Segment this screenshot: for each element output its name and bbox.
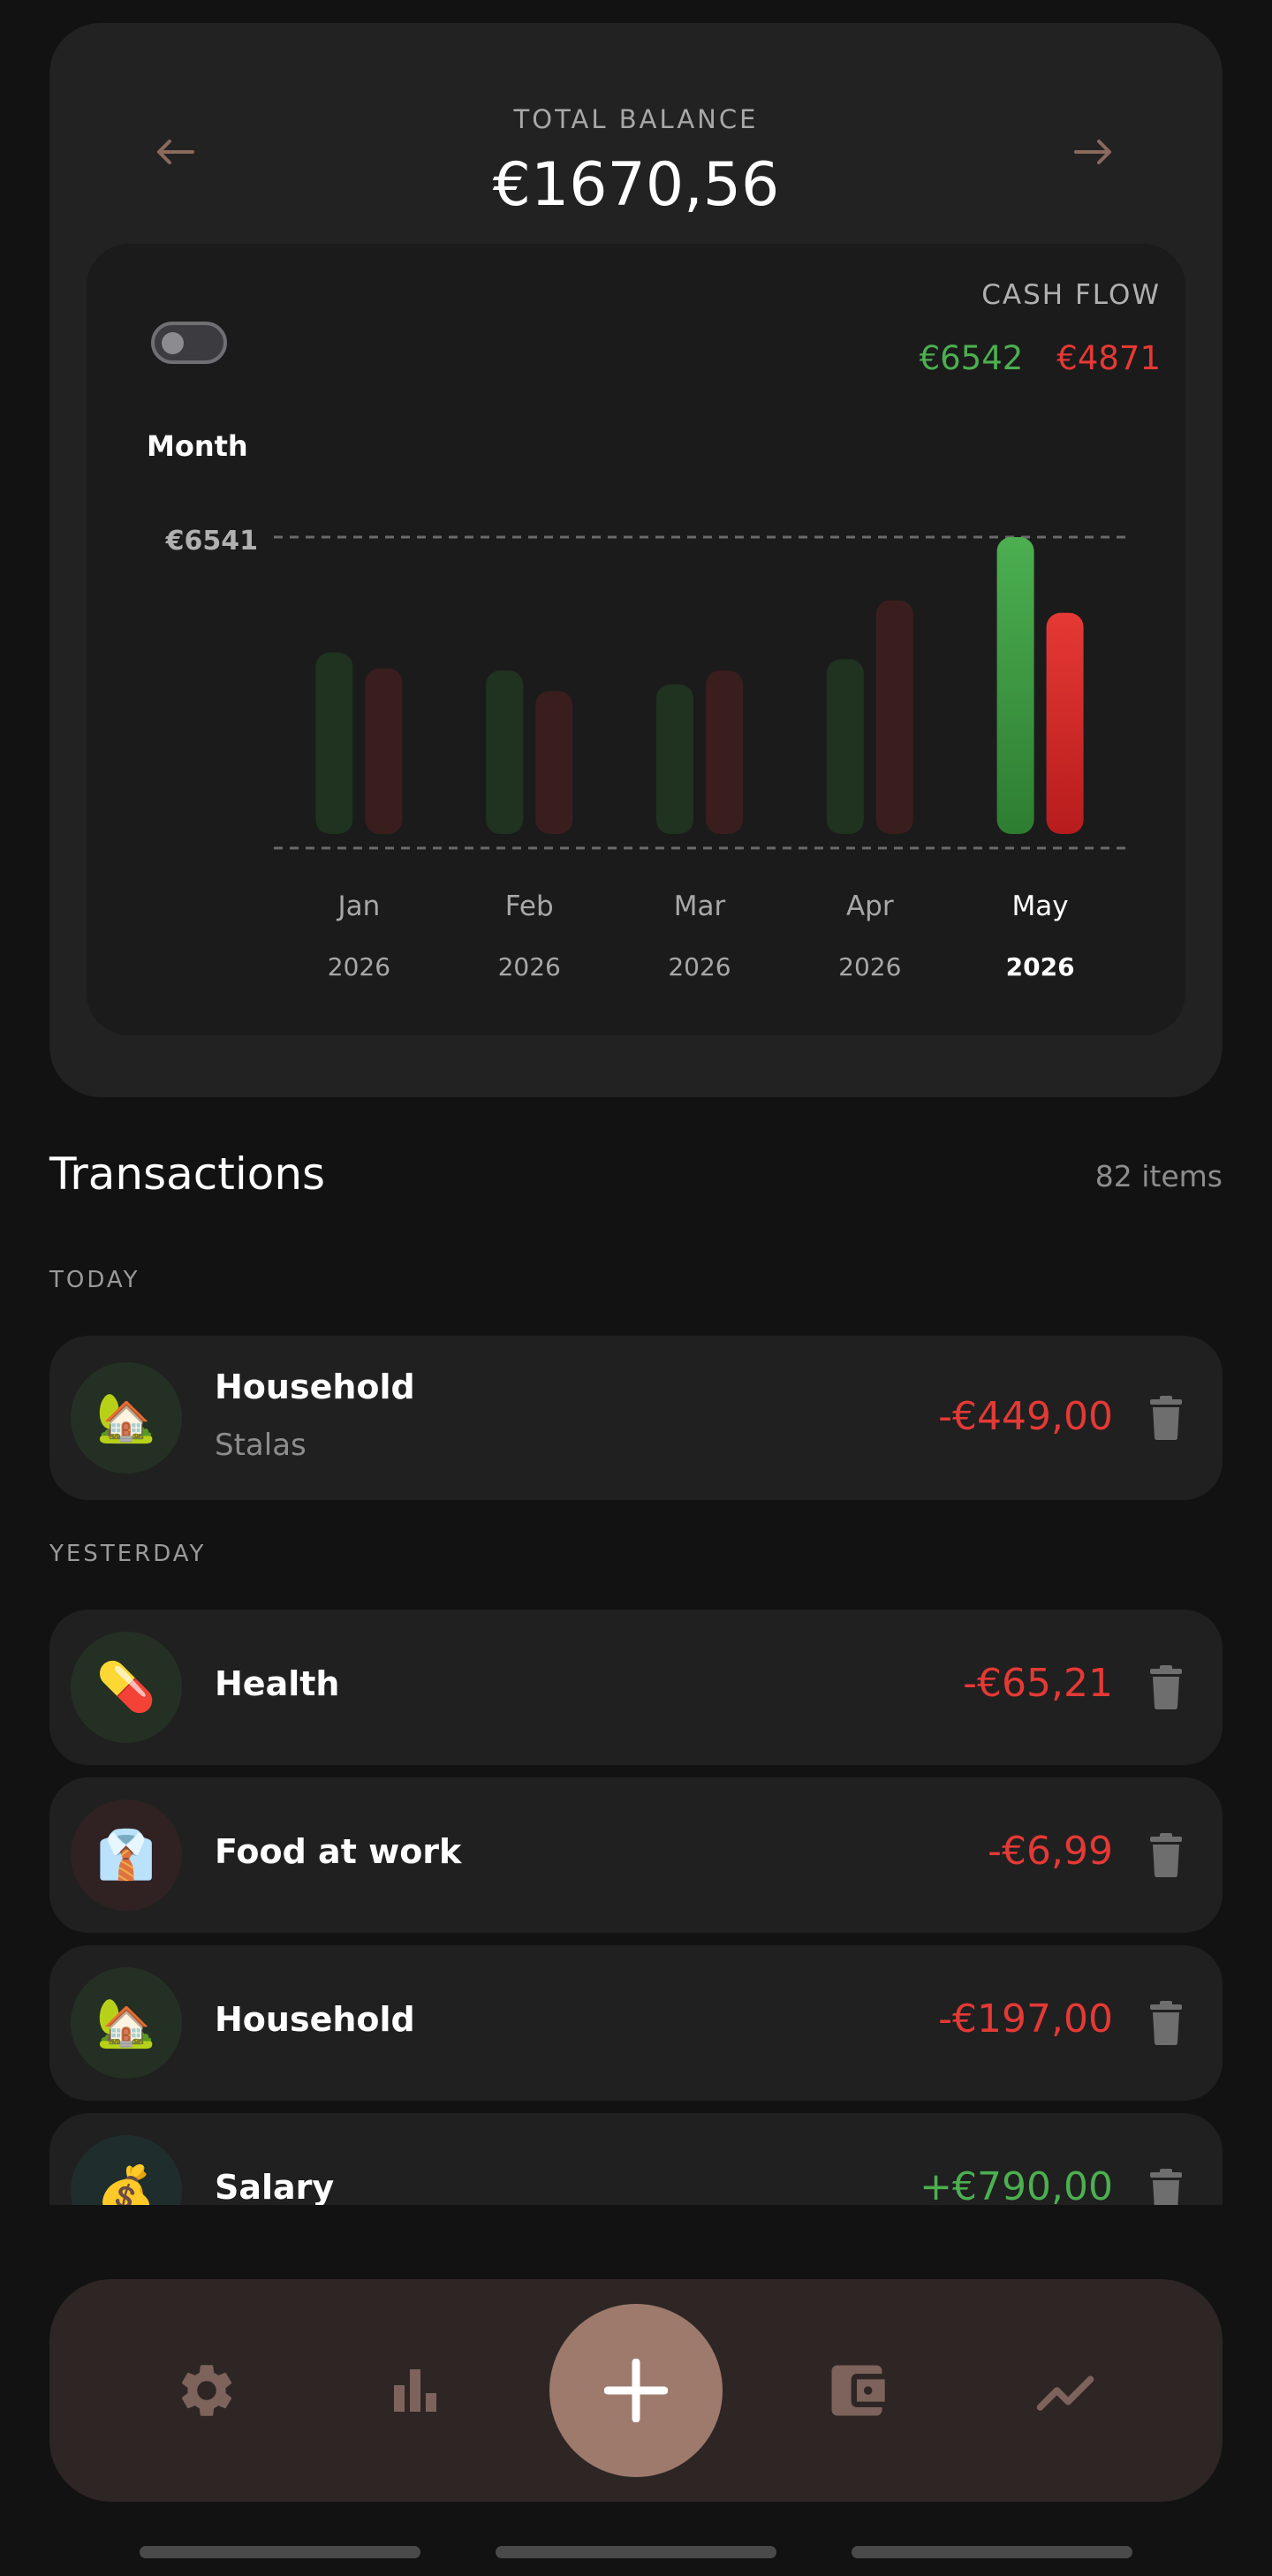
transaction-amount: -€449,00 (938, 1394, 1113, 1439)
gesture-bar-right (852, 2546, 1132, 2558)
necktie-icon: 👔 (71, 1799, 182, 1911)
transaction-category: Food at work (215, 1832, 462, 1871)
house-icon: 🏡 (71, 1362, 182, 1474)
section-label-today: TODAY (49, 1267, 140, 1293)
trash-icon[interactable] (1148, 2169, 1184, 2205)
transaction-amount: -€6,99 (988, 1829, 1113, 1874)
trash-icon[interactable] (1148, 1396, 1184, 1440)
transaction-amount: -€197,00 (938, 1996, 1113, 2042)
add-transaction-button[interactable] (549, 2304, 723, 2477)
trend-icon[interactable] (1021, 2346, 1109, 2435)
gesture-bar-left (140, 2546, 420, 2558)
transaction-row[interactable]: 💊 Health -€65,21 (49, 1610, 1223, 1765)
bar-chart-icon[interactable] (371, 2346, 459, 2435)
transaction-category: Salary (215, 2168, 335, 2205)
transaction-category: Health (215, 1664, 340, 1703)
section-label-yesterday: YESTERDAY (49, 1541, 207, 1567)
gesture-bar-center (496, 2546, 776, 2558)
plus-icon (604, 2359, 668, 2422)
money-bag-icon: 💰 (71, 2135, 182, 2205)
gear-icon[interactable] (163, 2346, 251, 2435)
transaction-category: Household (215, 1368, 415, 1406)
transaction-amount: +€790,00 (920, 2164, 1113, 2205)
transaction-note: Stalas (215, 1428, 307, 1463)
bottom-nav (49, 2279, 1223, 2502)
house-icon: 🏡 (71, 1967, 182, 2079)
transaction-row[interactable]: 🏡 Household -€197,00 (49, 1945, 1223, 2101)
transactions-list: TODAY 🏡 Household Stalas -€449,00 YESTER… (0, 0, 1272, 2205)
trash-icon[interactable] (1148, 1665, 1184, 1709)
trash-icon[interactable] (1148, 1833, 1184, 1877)
wallet-icon[interactable] (813, 2346, 901, 2435)
transaction-row[interactable]: 🏡 Household Stalas -€449,00 (49, 1336, 1223, 1500)
transaction-row[interactable]: 💰 Salary +€790,00 (49, 2113, 1223, 2205)
transaction-row[interactable]: 👔 Food at work -€6,99 (49, 1777, 1223, 1933)
trash-icon[interactable] (1148, 2001, 1184, 2045)
transaction-amount: -€65,21 (963, 1661, 1113, 1706)
transaction-category: Household (215, 2000, 415, 2039)
pill-icon: 💊 (71, 1632, 182, 1743)
